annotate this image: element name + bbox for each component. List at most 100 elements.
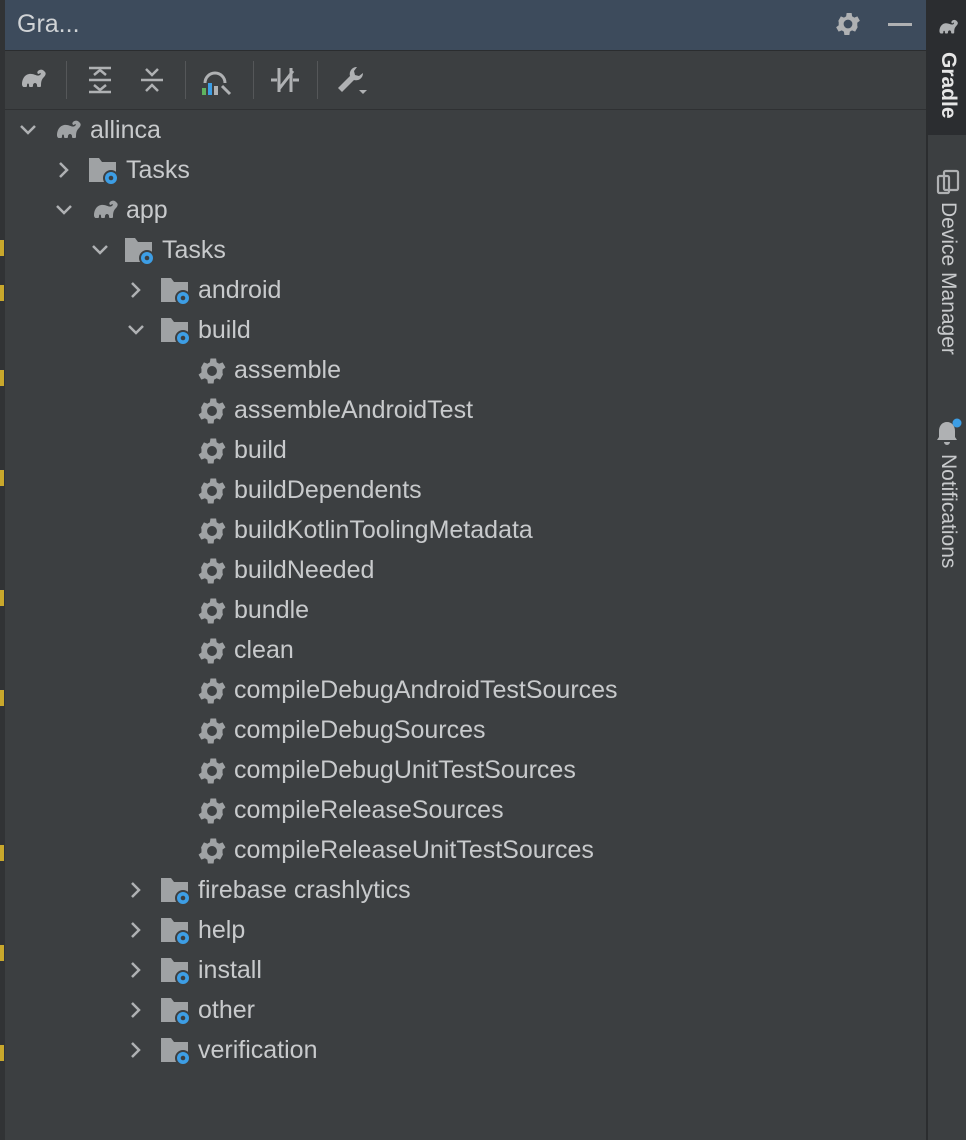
bell-icon xyxy=(935,418,963,453)
expand-all-button[interactable] xyxy=(82,63,118,97)
tree-node-task[interactable]: assemble xyxy=(5,350,926,390)
tree-node-label: verification xyxy=(198,1036,318,1064)
chevron-right-icon[interactable] xyxy=(125,879,147,901)
analyze-dependencies-button[interactable] xyxy=(199,63,235,97)
build-tool-settings-button[interactable] xyxy=(333,63,369,97)
chevron-down-icon[interactable] xyxy=(89,239,111,261)
gutter-marker xyxy=(0,690,4,706)
tree-node-label: buildKotlinToolingMetadata xyxy=(234,516,533,544)
tree-node-folder-build[interactable]: build xyxy=(5,310,926,350)
toolbar-separator xyxy=(185,61,186,99)
gradle-toolbar xyxy=(5,51,926,110)
minimize-icon[interactable] xyxy=(885,9,915,39)
tree-node-task[interactable]: buildDependents xyxy=(5,470,926,510)
tree-node-label: allinca xyxy=(90,116,161,144)
tree-node-task[interactable]: build xyxy=(5,430,926,470)
tree-node-folder-android[interactable]: android xyxy=(5,270,926,310)
toolbar-separator xyxy=(253,61,254,99)
tree-node-task[interactable]: clean xyxy=(5,630,926,670)
chevron-down-icon[interactable] xyxy=(125,319,147,341)
gutter-marker xyxy=(0,845,4,861)
tree-node-tasks-folder[interactable]: Tasks xyxy=(5,150,926,190)
tasks-folder-icon xyxy=(87,154,123,188)
elephant-icon xyxy=(50,114,86,148)
gear-icon xyxy=(195,714,231,748)
gutter-marker xyxy=(0,240,4,256)
expand-all-icon xyxy=(89,66,111,94)
gutter-marker xyxy=(0,470,4,486)
tasks-folder-icon xyxy=(159,954,195,988)
tree-node-task[interactable]: bundle xyxy=(5,590,926,630)
tree-node-project-app[interactable]: app xyxy=(5,190,926,230)
tree-node-task[interactable]: assembleAndroidTest xyxy=(5,390,926,430)
tree-node-folder-help[interactable]: help xyxy=(5,910,926,950)
tree-node-label: other xyxy=(198,996,255,1024)
offline-toggle-icon xyxy=(271,68,299,92)
tasks-folder-icon xyxy=(123,234,159,268)
toggle-offline-mode-button[interactable] xyxy=(267,63,303,97)
tasks-folder-icon xyxy=(159,994,195,1028)
reload-all-gradle-projects-button[interactable] xyxy=(15,63,51,97)
tree-node-task[interactable]: buildNeeded xyxy=(5,550,926,590)
tasks-folder-icon xyxy=(159,874,195,908)
tree-node-folder-other[interactable]: other xyxy=(5,990,926,1030)
tree-node-label: assembleAndroidTest xyxy=(234,396,474,424)
gear-icon xyxy=(195,554,231,588)
tree-node-task[interactable]: compileDebugAndroidTestSources xyxy=(5,670,926,710)
tab-label: Notifications xyxy=(937,454,960,569)
chevron-right-icon[interactable] xyxy=(125,999,147,1021)
tree-node-folder-firebase-crashlytics[interactable]: firebase crashlytics xyxy=(5,870,926,910)
tree-node-label: buildDependents xyxy=(234,476,422,504)
chevron-down-icon[interactable] xyxy=(17,119,39,141)
gear-icon xyxy=(195,474,231,508)
gutter-marker xyxy=(0,1045,4,1061)
tasks-folder-icon xyxy=(159,274,195,308)
collapse-all-button[interactable] xyxy=(134,63,170,97)
tree-node-project-allinca[interactable]: allinca xyxy=(5,110,926,150)
elephant-icon xyxy=(934,14,962,47)
tab-notifications[interactable]: Notifications xyxy=(928,412,966,592)
gutter-marker xyxy=(0,285,4,301)
chevron-right-icon[interactable] xyxy=(53,159,75,181)
chevron-right-icon[interactable] xyxy=(125,279,147,301)
tree-node-label: build xyxy=(198,316,251,344)
gear-icon xyxy=(195,634,231,668)
tree-node-label: compileDebugSources xyxy=(234,716,486,744)
chevron-down-icon[interactable] xyxy=(53,199,75,221)
tree-node-task[interactable]: compileReleaseUnitTestSources xyxy=(5,830,926,870)
toolbar-separator xyxy=(66,61,67,99)
tree-node-label: install xyxy=(198,956,262,984)
gradle-tool-window: Gra... allinca Tasks app Tasks android b… xyxy=(5,0,926,1140)
chevron-right-icon[interactable] xyxy=(125,1039,147,1061)
gear-icon xyxy=(195,794,231,828)
tool-window-header: Gra... xyxy=(5,0,926,51)
tasks-folder-icon xyxy=(159,914,195,948)
tree-node-label: assemble xyxy=(234,356,341,384)
chevron-right-icon[interactable] xyxy=(125,919,147,941)
tasks-folder-icon xyxy=(159,314,195,348)
tree-node-folder-verification[interactable]: verification xyxy=(5,1030,926,1070)
tree-node-folder-install[interactable]: install xyxy=(5,950,926,990)
gear-icon[interactable] xyxy=(833,9,863,39)
tab-label: Gradle xyxy=(937,52,960,119)
tree-node-label: compileReleaseUnitTestSources xyxy=(234,836,594,864)
tree-node-task[interactable]: compileDebugUnitTestSources xyxy=(5,750,926,790)
gear-icon xyxy=(195,594,231,628)
tab-device-manager[interactable]: Device Manager xyxy=(928,160,966,380)
tree-node-label: firebase crashlytics xyxy=(198,876,411,904)
tab-label: Device Manager xyxy=(937,202,960,355)
tree-node-label: compileDebugAndroidTestSources xyxy=(234,676,618,704)
collapse-all-icon xyxy=(141,68,163,92)
tree-node-task[interactable]: compileDebugSources xyxy=(5,710,926,750)
gear-icon xyxy=(195,754,231,788)
tree-node-task[interactable]: buildKotlinToolingMetadata xyxy=(5,510,926,550)
tree-node-task[interactable]: compileReleaseSources xyxy=(5,790,926,830)
chevron-right-icon[interactable] xyxy=(125,959,147,981)
gear-icon xyxy=(195,674,231,708)
tree-node-tasks-folder[interactable]: Tasks xyxy=(5,230,926,270)
tab-gradle[interactable]: Gradle xyxy=(928,0,966,135)
tree-node-label: buildNeeded xyxy=(234,556,375,584)
gear-icon xyxy=(195,354,231,388)
tasks-folder-icon xyxy=(159,1034,195,1068)
right-tool-window-bar: Gradle Device Manager Notifications xyxy=(926,0,966,1140)
